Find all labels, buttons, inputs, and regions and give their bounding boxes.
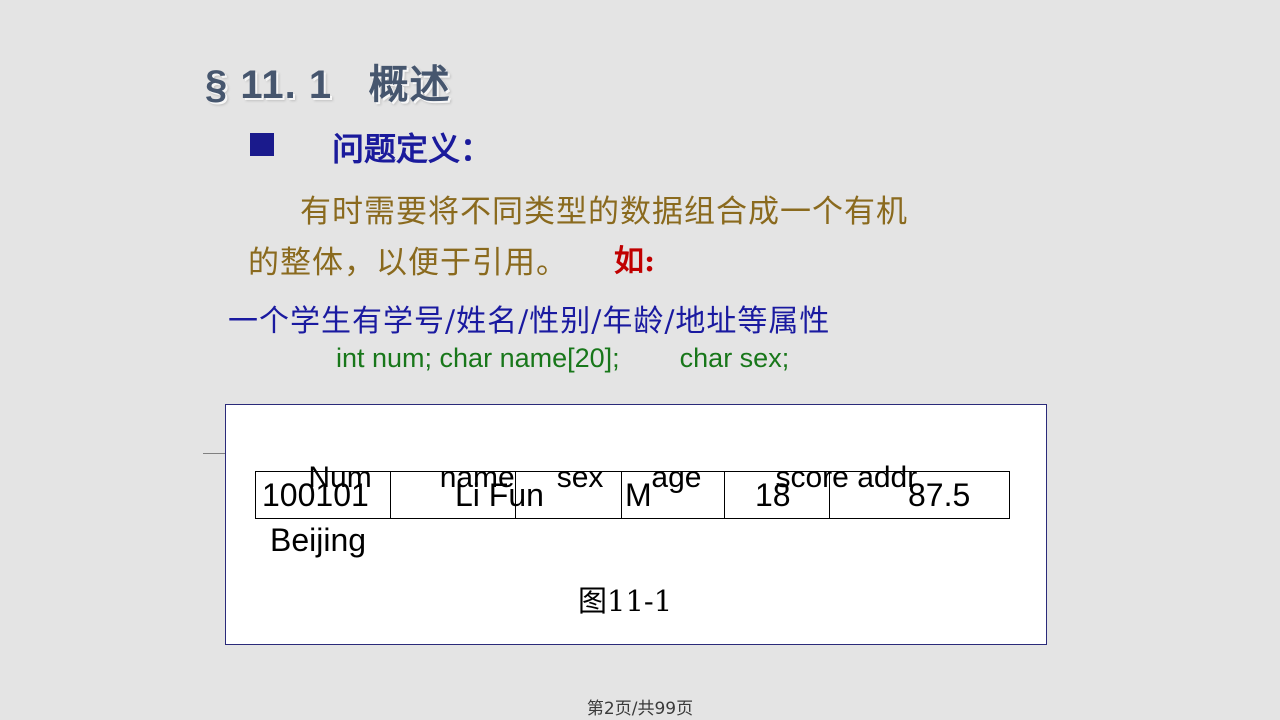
cell-value-name: Li Fun [455, 477, 544, 513]
page-title: § 11. 1 概述 [205, 63, 451, 107]
table-divider-4 [724, 472, 725, 518]
divider-rule [203, 453, 227, 454]
cell-value-sex: M [625, 477, 652, 513]
page-number-footer: 第2页/共99页 [586, 699, 694, 719]
code-declaration-line: int num; char name[20]; char sex; [336, 343, 790, 373]
cell-value-addr: Beijing [270, 522, 367, 558]
student-attributes-line: 一个学生有学号/姓名/性别/年龄/地址等属性 [228, 304, 831, 339]
paragraph-emphasis: 如: [614, 244, 656, 279]
cell-value-score: 87.5 [908, 477, 971, 513]
figure-caption-cjk: 图 [578, 584, 608, 618]
figure-caption: 图11-1 [578, 578, 672, 620]
figure-caption-number: 11-1 [607, 584, 673, 618]
cell-value-age: 18 [755, 477, 791, 513]
bullet-item-label: 问题定义： [332, 130, 493, 168]
cell-value-num: 100101 [262, 477, 369, 513]
paragraph-line-2: 的整体，以便于引用。 [248, 245, 568, 281]
paragraph-line-1: 有时需要将不同类型的数据组合成一个有机 [300, 194, 908, 230]
slide-canvas: § 11. 1 概述 问题定义： 有时需要将不同类型的数据组合成一个有机 的整体… [0, 0, 1280, 720]
table-divider-3 [621, 472, 622, 518]
table-divider-5 [829, 472, 830, 518]
square-bullet-icon [250, 133, 274, 156]
table-divider-1 [390, 472, 391, 518]
